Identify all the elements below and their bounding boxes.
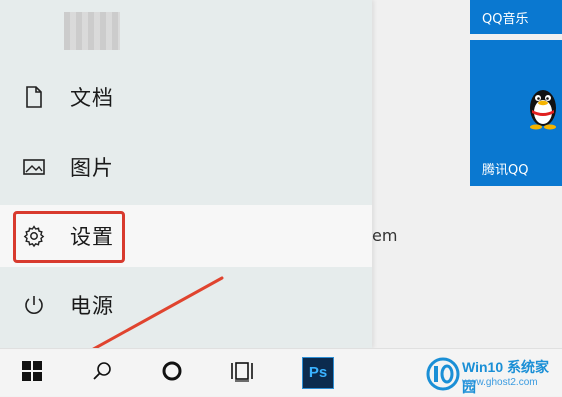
watermark-url: www.ghost2.com [462, 377, 538, 388]
annotation-arrow [58, 276, 224, 370]
cortana-icon [160, 359, 184, 387]
cortana-button[interactable] [146, 349, 198, 396]
task-view-icon [229, 359, 255, 387]
watermark-logo-icon [426, 357, 460, 391]
photoshop-taskbar-button[interactable]: Ps [292, 349, 344, 396]
windows-logo-icon [20, 359, 44, 387]
search-icon [90, 359, 114, 387]
photoshop-icon: Ps [302, 356, 334, 389]
watermark: Win10 系统家园 www.ghost2.com [426, 355, 562, 395]
task-view-button[interactable] [216, 349, 268, 396]
photoshop-icon-label: Ps [308, 364, 328, 381]
search-button[interactable] [76, 349, 128, 396]
start-button[interactable] [6, 349, 58, 396]
